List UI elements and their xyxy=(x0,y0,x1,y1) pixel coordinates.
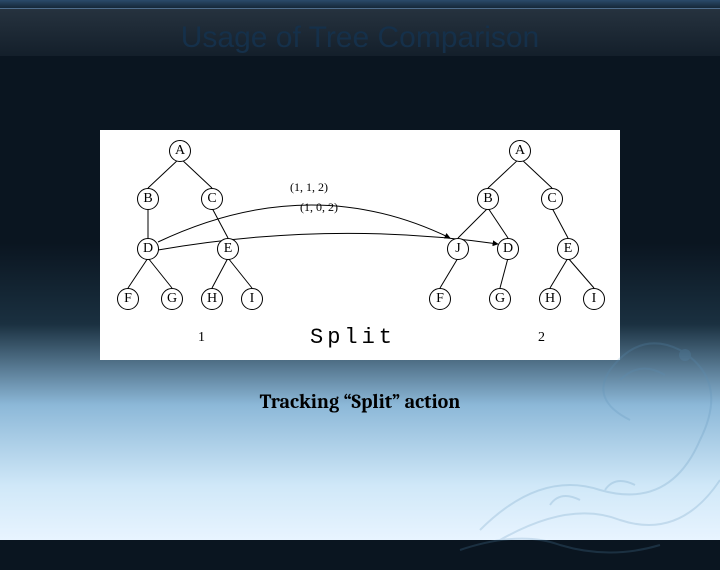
tree1-node-C: C xyxy=(201,188,223,210)
tree1-node-I: I xyxy=(241,288,263,310)
tree1-node-F: F xyxy=(117,288,139,310)
tree1-label: 1 xyxy=(198,330,205,346)
tree2-node-H: H xyxy=(539,288,561,310)
tree1-node-B: B xyxy=(137,188,159,210)
tree2-label: 2 xyxy=(538,330,545,346)
slide-title: Usage of Tree Comparison xyxy=(0,9,720,61)
tree1-node-D: D xyxy=(137,238,159,260)
tree2-node-G: G xyxy=(489,288,511,310)
tree2-node-F: F xyxy=(429,288,451,310)
operation-label: Split xyxy=(310,325,396,350)
tree2-node-I: I xyxy=(583,288,605,310)
tree1-node-H: H xyxy=(201,288,223,310)
tree2-node-J: J xyxy=(447,238,469,260)
mapping-label-1: (1, 1, 2) xyxy=(290,180,328,195)
tree2-node-D: D xyxy=(497,238,519,260)
slide-caption: Tracking “Split” action xyxy=(0,390,720,413)
tree2-node-A: A xyxy=(509,140,531,162)
diagram-panel: A B C D E F G H I A B C J D E F G H I (1… xyxy=(100,130,620,360)
tree1-node-A: A xyxy=(169,140,191,162)
tree1-node-G: G xyxy=(161,288,183,310)
tree2-node-E: E xyxy=(557,238,579,260)
tree2-node-C: C xyxy=(541,188,563,210)
tree1-node-E: E xyxy=(217,238,239,260)
tree2-node-B: B xyxy=(477,188,499,210)
mapping-label-2: (1, 0, 2) xyxy=(300,200,338,215)
